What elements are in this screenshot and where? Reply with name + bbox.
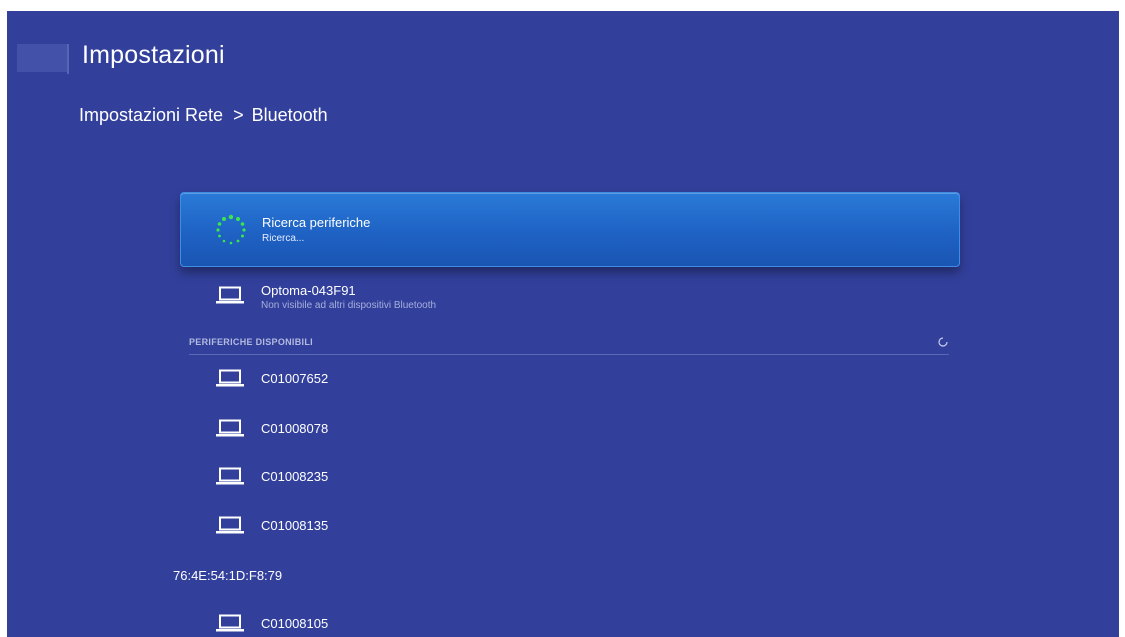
loading-spinner-icon	[216, 214, 246, 245]
page-title: Impostazioni	[82, 41, 225, 69]
device-name: C01008235	[261, 469, 329, 484]
device-list-item-mac[interactable]: 76:4E:54:1D:F8:79	[173, 568, 282, 583]
laptop-icon	[216, 369, 244, 387]
laptop-icon	[216, 516, 244, 534]
laptop-icon	[216, 614, 244, 632]
laptop-icon	[216, 419, 244, 437]
breadcrumb-current: Bluetooth	[251, 105, 328, 125]
settings-screen: Impostazioni Impostazioni Rete > Bluetooth…	[7, 11, 1119, 637]
breadcrumb: Impostazioni Rete > Bluetooth	[79, 105, 334, 126]
laptop-icon	[216, 467, 244, 485]
scan-status: Ricerca...	[262, 233, 305, 244]
device-name: C01007652	[261, 371, 329, 386]
app-logo	[17, 44, 67, 72]
scan-devices-item[interactable]: Ricerca periferiche Ricerca...	[180, 192, 960, 267]
laptop-icon	[216, 286, 244, 304]
own-device-name: Optoma-043F91	[261, 283, 356, 298]
available-devices-header: PERIFERICHE DISPONIBILI	[189, 336, 949, 355]
device-name: C01008105	[261, 616, 329, 631]
refresh-icon	[938, 337, 948, 347]
available-devices-label: PERIFERICHE DISPONIBILI	[189, 337, 313, 347]
device-name: C01008078	[261, 421, 329, 436]
scan-title: Ricerca periferiche	[262, 215, 371, 230]
own-device-visibility: Non visibile ad altri dispositivi Blueto…	[261, 300, 437, 311]
breadcrumb-parent[interactable]: Impostazioni Rete	[79, 105, 223, 125]
title-divider	[67, 44, 69, 74]
breadcrumb-separator: >	[233, 105, 244, 125]
device-name: C01008135	[261, 518, 329, 533]
